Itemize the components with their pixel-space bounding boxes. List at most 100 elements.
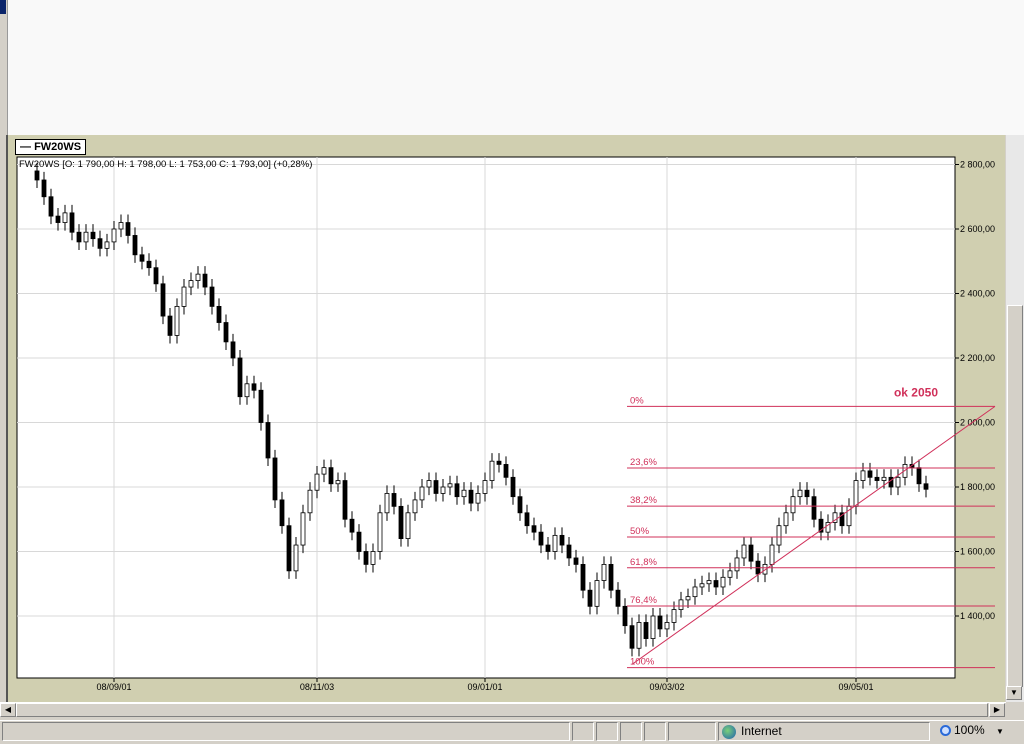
candle-body [195, 273, 201, 281]
chart-title: FW20WS [O: 1 790,00 H: 1 798,00 L: 1 753… [19, 159, 312, 170]
status-cell [644, 722, 666, 741]
candle-body [664, 622, 670, 630]
status-cell [2, 722, 570, 741]
vertical-scroll-thumb[interactable] [1007, 305, 1023, 687]
candle-body [552, 534, 558, 552]
candle-body [853, 480, 859, 507]
fib-level-label: 50% [630, 526, 650, 537]
candle-body [384, 493, 390, 514]
y-tick-label: 2 800,00 [960, 160, 995, 170]
candle-body [41, 179, 47, 198]
candle-body [461, 489, 467, 498]
candle-body [734, 557, 740, 572]
annotation-ok-2050: ok 2050 [894, 385, 938, 399]
candle-body [797, 489, 803, 498]
candle-body [370, 551, 376, 565]
candle-body [615, 589, 621, 607]
y-tick-label: 2 600,00 [960, 224, 995, 234]
candle-body [125, 222, 131, 236]
candle-body [881, 476, 887, 481]
candle-body [657, 615, 663, 630]
candle-body [349, 518, 355, 533]
fib-level-label: 23,6% [630, 457, 657, 468]
candle-body [363, 551, 369, 565]
candle-body [776, 525, 782, 546]
candle-body [48, 196, 54, 217]
candle-body [629, 625, 635, 649]
candle-body [209, 286, 215, 307]
candle-body [510, 476, 516, 498]
status-cell [620, 722, 642, 741]
candle-body [426, 480, 432, 488]
status-cell [596, 722, 618, 741]
scroll-left-button[interactable]: ◀ [0, 703, 16, 717]
candle-body [720, 576, 726, 588]
candle-body [685, 596, 691, 601]
chevron-down-icon: ▼ [996, 727, 1004, 736]
candle-body [146, 260, 152, 269]
candle-body [643, 622, 649, 639]
plot-area [16, 156, 956, 679]
candle-body [636, 622, 642, 649]
candle-body [314, 473, 320, 491]
candle-body [622, 605, 628, 627]
candle-body [874, 476, 880, 481]
fib-level-label: 76,4% [630, 595, 657, 606]
candle-body [160, 283, 166, 317]
candle-body [741, 544, 747, 559]
candle-body [594, 580, 600, 607]
candle-body [377, 512, 383, 552]
candle-body [181, 286, 187, 307]
candle-body [671, 609, 677, 623]
candle-body [524, 512, 530, 527]
candle-body [153, 267, 159, 285]
zoom-label: 100% [954, 723, 985, 737]
zoom-level-button[interactable]: 100% ▼ [938, 722, 1008, 741]
candle-body [167, 315, 173, 336]
candle-body [559, 534, 565, 546]
candle-body [769, 544, 775, 565]
y-tick-label: 2 200,00 [960, 353, 995, 363]
candle-body [531, 525, 537, 533]
candle-body [391, 493, 397, 507]
scroll-right-button[interactable]: ▶ [989, 703, 1005, 717]
candle-body [237, 357, 243, 398]
candle-body [258, 389, 264, 423]
candle-body [916, 467, 922, 485]
candle-body [286, 525, 292, 572]
candle-body [293, 544, 299, 572]
candle-body [727, 570, 733, 578]
candle-body [601, 564, 607, 581]
candle-body [692, 586, 698, 598]
candle-body [650, 615, 656, 639]
scroll-down-button[interactable]: ▼ [1006, 686, 1022, 700]
candle-body [230, 341, 236, 359]
candle-body [713, 580, 719, 588]
candle-body [538, 531, 544, 546]
chart-tab[interactable]: — FW20WS [15, 139, 87, 155]
candle-body [587, 589, 593, 607]
candle-body [405, 512, 411, 539]
fib-level-label: 38,2% [630, 495, 657, 506]
candle-body [804, 489, 810, 498]
candle-body [923, 483, 929, 490]
x-tick-label: 09/01/01 [467, 682, 502, 692]
fib-level-label: 61,8% [630, 557, 657, 568]
candle-body [139, 254, 145, 262]
candle-body [216, 305, 222, 323]
candle-body [580, 564, 586, 591]
horizontal-scroll-thumb[interactable] [16, 703, 988, 717]
candle-body [748, 544, 754, 562]
candle-body [118, 222, 124, 230]
candle-body [328, 467, 334, 485]
candle-body [867, 470, 873, 478]
zoom-icon [940, 725, 951, 736]
candlestick-chart: 2 800,002 600,002 400,002 200,002 000,00… [16, 156, 996, 692]
candle-body [342, 480, 348, 520]
candle-body [503, 464, 509, 478]
y-tick-label: 2 400,00 [960, 289, 995, 299]
candle-body [307, 489, 313, 514]
status-cell [572, 722, 594, 741]
candle-body [55, 215, 61, 223]
chart-tab-label: FW20WS [34, 141, 82, 153]
